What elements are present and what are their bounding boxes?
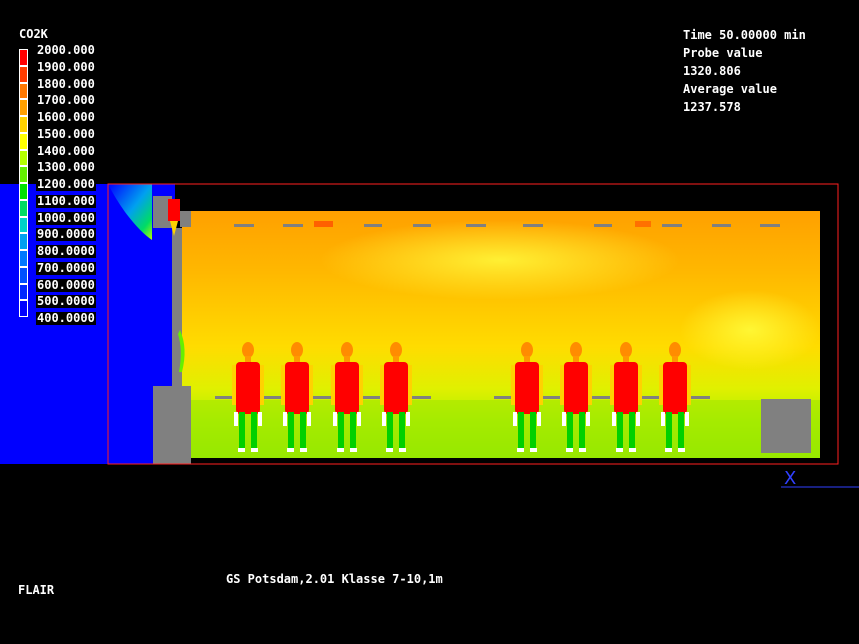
legend-value: 700.0000 (36, 260, 96, 275)
legend-swatch (19, 82, 28, 100)
legend-value: 1100.000 (36, 193, 96, 208)
legend-swatch (19, 233, 28, 250)
legend-swatch (19, 166, 28, 183)
legend-swatch (19, 65, 28, 83)
legend-value: 1000.000 (36, 210, 96, 225)
legend-swatch (19, 266, 28, 284)
legend-swatch (19, 49, 28, 66)
legend-swatch (19, 199, 28, 217)
co2-sensor (168, 199, 180, 221)
legend-value: 900.0000 (36, 227, 96, 242)
legend-swatch (19, 283, 28, 301)
legend-value: 1400.000 (36, 143, 96, 158)
legend-swatch (19, 300, 28, 317)
legend-value: 1200.000 (36, 177, 96, 191)
legend-swatch (19, 99, 28, 116)
wall-top-cap (180, 211, 191, 227)
cabinet (761, 399, 811, 453)
legend-value: 1600.000 (36, 110, 96, 124)
legend-swatch (19, 116, 28, 133)
legend-value: 1900.000 (36, 59, 96, 74)
average-label: Average value (683, 82, 777, 96)
legend-value: 1300.000 (36, 160, 96, 175)
legend-swatch (19, 132, 28, 150)
x-axis-label: X (784, 468, 796, 489)
probe-label: Probe value (683, 46, 763, 60)
probe-value: 1320.806 (683, 64, 741, 78)
legend-swatch (19, 250, 28, 267)
legend-value: 1500.000 (36, 126, 96, 141)
legend-value: 600.0000 (36, 277, 96, 292)
wall-lower-block (153, 386, 191, 464)
legend-swatch (19, 149, 28, 167)
brand-label: FLAIR (18, 583, 55, 597)
legend-swatch (19, 216, 28, 234)
legend-value: 1700.000 (36, 93, 96, 108)
average-value: 1237.578 (683, 100, 741, 114)
scene-caption: GS Potsdam,2.01 Klasse 7-10,1m (226, 572, 443, 586)
legend-value: 1800.000 (36, 76, 96, 91)
legend-title: CO2K (19, 27, 48, 41)
info-panel: Time 50.00000 min Probe value 1320.806 A… (683, 26, 806, 116)
legend-value: 2000.000 (36, 43, 96, 57)
legend-value: 800.0000 (36, 244, 96, 258)
legend-swatch (19, 183, 28, 200)
legend-value: 400.0000 (36, 311, 96, 325)
legend-value: 500.0000 (36, 294, 96, 309)
time-readout: Time 50.00000 min (683, 28, 806, 42)
